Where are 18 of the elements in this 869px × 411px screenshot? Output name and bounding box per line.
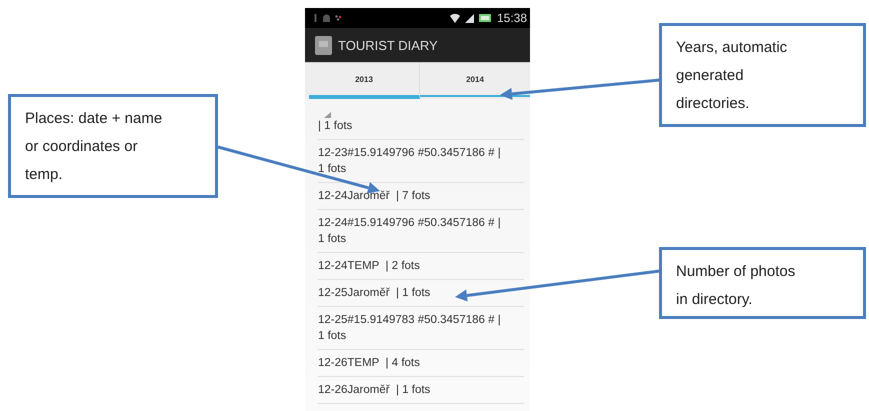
directory-item[interactable]: 12-24TEMP | 2 fots xyxy=(318,253,524,280)
directory-item[interactable]: 12-24#15.9149796 #50.3457186 # | 1 fots xyxy=(318,210,524,253)
directory-item[interactable]: 12-26Jaroměř | 1 fots xyxy=(318,377,524,404)
directory-item[interactable]: 12-26TEMP | 4 fots xyxy=(318,350,524,377)
notebook-icon xyxy=(315,36,332,54)
callout-text: Years, automatic generated directories. xyxy=(676,38,788,114)
wifi-icon xyxy=(450,13,460,23)
signal-icon xyxy=(464,14,474,22)
battery-icon xyxy=(478,14,492,22)
directory-item[interactable]: 12-25#15.9149783 #50.3457186 # | 1 fots xyxy=(318,307,524,350)
directory-item[interactable]: 12-23#15.9149796 #50.3457186 # | 1 fots xyxy=(318,140,524,183)
app-title: TOURIST DIARY xyxy=(338,38,438,52)
year-tab[interactable]: 2013 xyxy=(309,63,420,99)
callout-text: Places: date + name or coordinates or temp. xyxy=(25,109,164,185)
clock-time: 15:38 xyxy=(496,11,527,25)
callout-text: Number of photos in directory. xyxy=(676,262,796,310)
directory-item[interactable]: | 1 fots xyxy=(318,109,524,140)
notification-icon xyxy=(335,15,342,21)
